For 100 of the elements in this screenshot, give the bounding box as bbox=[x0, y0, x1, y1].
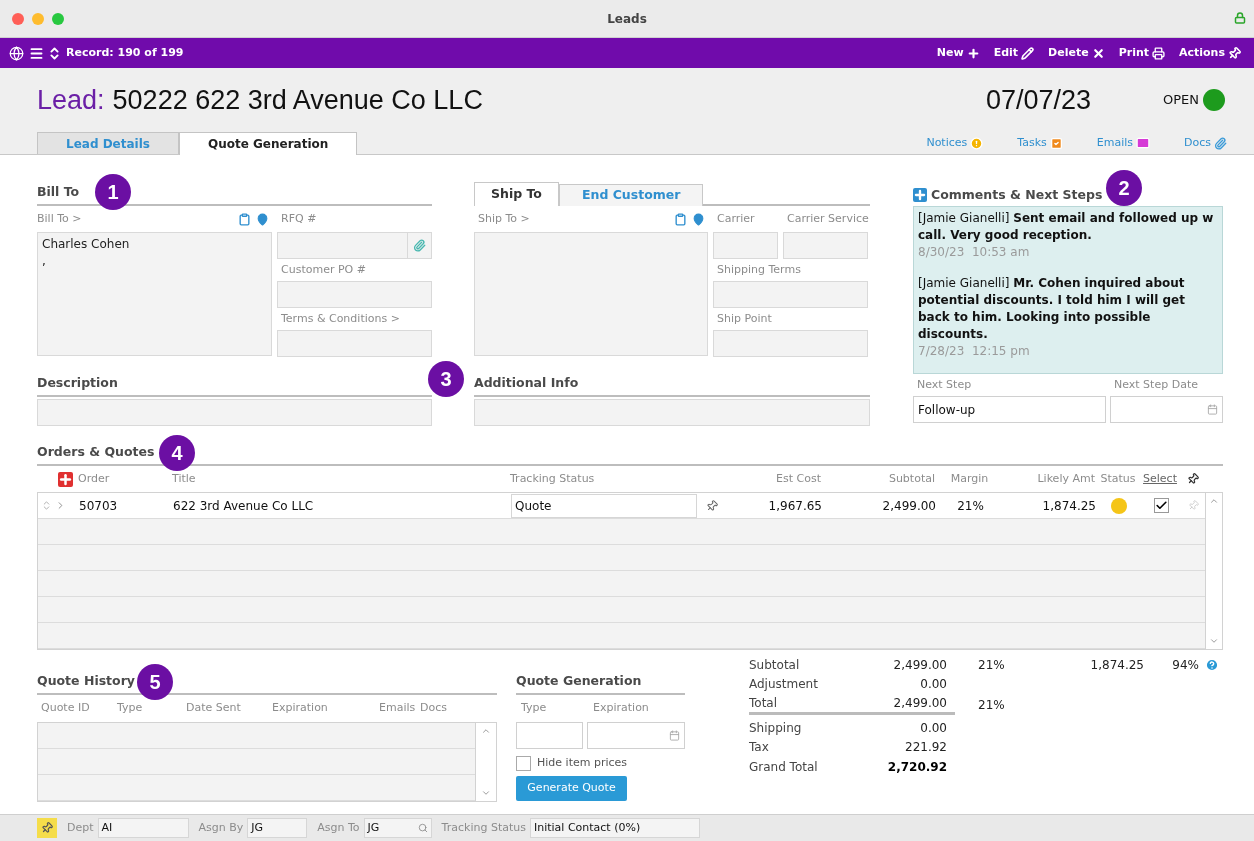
record-counter: Record: 190 of 199 bbox=[66, 44, 184, 61]
tab[interactable]: Quote Generation bbox=[178, 132, 358, 155]
map-pin-icon[interactable] bbox=[256, 212, 269, 226]
totals-value: 0.00 bbox=[919, 676, 947, 694]
totals-margin: 21% bbox=[978, 696, 1006, 714]
input-field[interactable]: Follow-up bbox=[913, 396, 1106, 423]
toolbar-button[interactable]: New bbox=[936, 44, 980, 62]
comment-time: 7/28/23 12:15 pm bbox=[918, 343, 1031, 360]
task-icon bbox=[1049, 136, 1063, 150]
toolbar-button[interactable]: Actions bbox=[1179, 44, 1241, 62]
section-heading: Quote Generation bbox=[516, 672, 642, 691]
calendar-icon[interactable] bbox=[1207, 404, 1218, 415]
footer-label: Asgn By bbox=[198, 819, 244, 836]
footer-field[interactable]: Initial Contact (0%) bbox=[529, 818, 700, 838]
field-label: Customer PO # bbox=[281, 261, 366, 278]
clipboard-icon[interactable] bbox=[238, 212, 251, 226]
paperclip-icon bbox=[1214, 136, 1227, 150]
help-icon[interactable] bbox=[1205, 657, 1219, 672]
calendar-icon[interactable] bbox=[669, 730, 680, 741]
field-label: RFQ # bbox=[281, 210, 317, 227]
input-field[interactable] bbox=[783, 232, 868, 259]
footer-field[interactable]: AI bbox=[97, 818, 189, 838]
pencil-icon bbox=[1021, 46, 1035, 60]
zoom-window-button[interactable] bbox=[52, 12, 64, 25]
status-label: OPEN bbox=[1163, 91, 1199, 110]
input-field[interactable] bbox=[277, 330, 432, 357]
table-cell-text: 1,874.25 bbox=[1041, 497, 1097, 515]
map-pin-icon[interactable] bbox=[692, 212, 705, 226]
column-header: Docs bbox=[420, 700, 448, 717]
totals-margin: 21% bbox=[978, 656, 1006, 674]
drag-handle-icon[interactable] bbox=[41, 500, 52, 511]
input-field[interactable] bbox=[37, 399, 432, 426]
bill-to-link[interactable]: Bill To > bbox=[37, 210, 82, 228]
select-column-link[interactable]: Select bbox=[1137, 470, 1183, 488]
footer-label: Asgn To bbox=[317, 819, 360, 836]
input-field[interactable] bbox=[474, 399, 870, 426]
toolbar-button[interactable]: Print bbox=[1118, 44, 1165, 62]
scroll-up-icon[interactable] bbox=[1209, 496, 1219, 506]
footer-label: Dept bbox=[67, 819, 94, 836]
input-field[interactable] bbox=[474, 232, 708, 356]
totals-likely: 1,874.25 bbox=[1089, 656, 1144, 674]
pin-button[interactable] bbox=[37, 818, 57, 838]
input-field[interactable] bbox=[713, 232, 778, 259]
toolbar-button[interactable]: Delete bbox=[1048, 44, 1105, 62]
input-field[interactable] bbox=[516, 722, 583, 749]
input-field[interactable] bbox=[277, 281, 432, 308]
input-field[interactable]: Charles Cohen , bbox=[37, 232, 272, 356]
scroll-up-icon[interactable] bbox=[481, 726, 491, 736]
field-label: Next Step bbox=[917, 376, 972, 393]
totals-label: Shipping bbox=[749, 719, 803, 737]
comment-text: [Jamie Gianelli] Sent email and followed up w call. Very good reception. bbox=[918, 210, 1215, 244]
globe-icon[interactable] bbox=[9, 45, 24, 61]
checkbox[interactable] bbox=[516, 755, 531, 771]
paperclip-icon[interactable] bbox=[413, 239, 426, 252]
section-heading: Comments & Next Steps bbox=[931, 185, 1103, 204]
column-header: Tracking Status bbox=[510, 470, 596, 487]
close-window-button[interactable] bbox=[12, 12, 24, 25]
address-line: , bbox=[42, 253, 46, 270]
footer-field[interactable]: JG bbox=[363, 818, 432, 838]
date-field[interactable] bbox=[587, 722, 685, 749]
input-field[interactable] bbox=[713, 330, 868, 357]
add-order-icon[interactable] bbox=[58, 471, 73, 487]
search-icon[interactable] bbox=[417, 823, 428, 833]
up-down-icon[interactable] bbox=[47, 45, 62, 61]
address-line: Charles Cohen bbox=[42, 236, 130, 253]
column-header: Quote ID bbox=[41, 700, 91, 717]
totals-label: Tax bbox=[749, 739, 770, 757]
lead-date: 07/07/23 bbox=[985, 83, 1091, 117]
column-header: Expiration bbox=[272, 700, 329, 717]
table-cell-text: 622 3rd Avenue Co LLC bbox=[173, 497, 315, 515]
tab[interactable]: Ship To bbox=[474, 182, 559, 206]
section-heading: Orders & Quotes bbox=[37, 443, 155, 462]
table-cell-text: 1,967.65 bbox=[767, 497, 823, 515]
input-field[interactable] bbox=[277, 232, 432, 259]
callout-badge: 1 bbox=[95, 174, 131, 210]
field-label: Carrier bbox=[717, 210, 755, 227]
add-comment-icon[interactable] bbox=[913, 188, 927, 202]
callout-badge: 5 bbox=[137, 664, 173, 700]
scroll-down-icon[interactable] bbox=[481, 788, 491, 798]
totals-label: Subtotal bbox=[749, 656, 801, 674]
totals-label: Grand Total bbox=[749, 758, 819, 776]
input-field[interactable] bbox=[713, 281, 868, 308]
select-checkbox[interactable] bbox=[1153, 498, 1169, 513]
column-header: Margin bbox=[949, 470, 990, 487]
callout-badge: 3 bbox=[428, 361, 464, 397]
minimize-window-button[interactable] bbox=[32, 12, 44, 25]
field-label: Ship Point bbox=[717, 310, 772, 327]
menu-icon[interactable] bbox=[29, 45, 44, 61]
field-label: Next Step Date bbox=[1114, 376, 1198, 393]
column-header: Status bbox=[1099, 470, 1137, 487]
window-title: Leads bbox=[607, 10, 647, 28]
toolbar-button[interactable]: Edit bbox=[993, 44, 1035, 62]
date-field[interactable] bbox=[1110, 396, 1223, 423]
checkbox-label: Hide item prices bbox=[537, 754, 628, 771]
scroll-down-icon[interactable] bbox=[1209, 636, 1219, 646]
clipboard-icon[interactable] bbox=[674, 212, 687, 226]
footer-field[interactable]: JG bbox=[247, 818, 308, 838]
status-field[interactable]: Quote bbox=[511, 493, 697, 518]
column-header: Est Cost bbox=[775, 470, 822, 487]
lead-prefix: Lead: bbox=[37, 83, 105, 117]
